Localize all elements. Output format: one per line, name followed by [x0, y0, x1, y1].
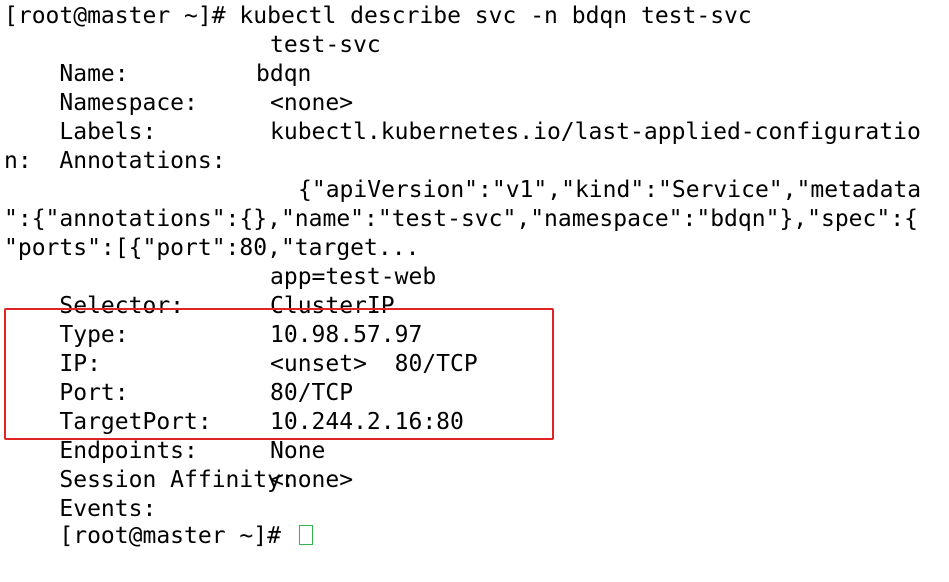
field-annotations: Annotations: kubectl.kubernetes.io/last-…: [4, 118, 920, 174]
prompt-line[interactable]: [root@master ~]#: [4, 493, 313, 549]
field-value: <none>: [270, 467, 354, 493]
field-value: ClusterIP: [270, 293, 395, 319]
field-port: Port: <unset> 80/TCP: [4, 350, 477, 406]
field-label: Annotations:: [59, 148, 226, 174]
field-selector: Selector: app=test-web: [4, 263, 436, 319]
field-namespace: Namespace: bdqn: [4, 60, 311, 116]
field-value: None: [270, 438, 326, 464]
field-value: test-svc: [270, 32, 381, 58]
field-value: bdqn: [256, 61, 312, 87]
field-targetport: TargetPort: 80/TCP: [4, 379, 353, 435]
annotation-json-line: {"apiVersion":"v1","kind":"Service","met…: [298, 177, 922, 203]
field-labels: Labels: <none>: [4, 89, 353, 145]
annotation-json-line: ":{"annotations":{},"name":"test-svc","n…: [4, 206, 918, 232]
field-value: 10.98.57.97: [270, 322, 423, 348]
field-value: <unset> 80/TCP: [270, 351, 478, 377]
field-value: 10.244.2.16:80: [270, 409, 464, 435]
annotation-json-line: "ports":[{"port":80,"target...: [4, 235, 420, 261]
field-value: <none>: [270, 90, 354, 116]
field-value: kubectl.kubernetes.io/last-applied-confi…: [270, 119, 921, 145]
shell-prompt: [root@master ~]#: [59, 523, 295, 549]
field-name: Name: test-svc: [4, 31, 380, 87]
command-line: [root@master ~]# kubectl describe svc -n…: [4, 3, 752, 29]
field-type: Type: ClusterIP: [4, 292, 394, 348]
cursor-icon: [298, 525, 313, 545]
annotations-wrap-line: n:: [4, 148, 32, 174]
field-value: 80/TCP: [270, 380, 354, 406]
field-endpoints: Endpoints: 10.244.2.16:80: [4, 408, 463, 464]
field-value: app=test-web: [270, 264, 437, 290]
terminal-window[interactable]: [root@master ~]# kubectl describe svc -n…: [4, 2, 949, 549]
field-session-affinity: Session Affinity: None: [4, 437, 325, 493]
field-ip: IP: 10.98.57.97: [4, 321, 422, 377]
field-events: Events: <none>: [4, 466, 353, 522]
